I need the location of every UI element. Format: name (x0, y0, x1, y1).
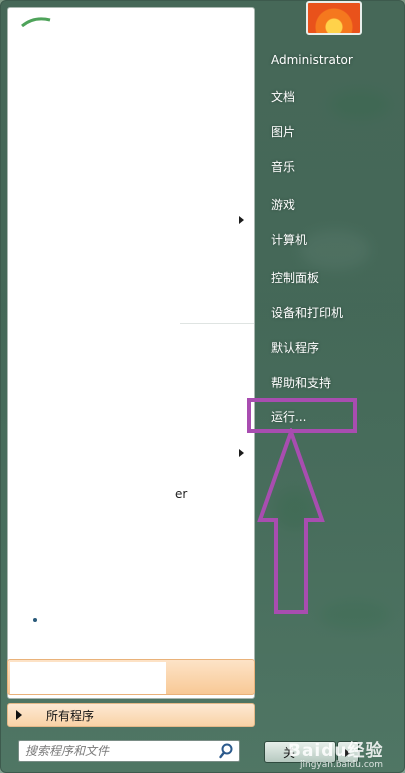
menu-item-music[interactable]: 音乐 (271, 158, 295, 175)
menu-item-help-support[interactable]: 帮助和支持 (271, 374, 331, 391)
annotation-up-arrow-icon (257, 428, 325, 614)
watermark-url: jingyan.baidu.com (300, 760, 384, 770)
program-item-content (10, 662, 166, 694)
user-avatar[interactable] (306, 1, 362, 35)
search-icon[interactable] (218, 742, 236, 760)
watermark-brand: Baidu经验 (288, 741, 384, 761)
program-logo-icon (21, 17, 51, 28)
start-menu: er 所有程序 Administrator 文档 图片 音乐 游戏 计算机 控制… (0, 0, 405, 773)
menu-item-default-programs[interactable]: 默认程序 (271, 339, 319, 356)
program-label-fragment: er (175, 487, 188, 501)
submenu-arrow-icon[interactable] (239, 216, 244, 224)
menu-item-games[interactable]: 游戏 (271, 196, 295, 213)
user-name-link[interactable]: Administrator (271, 53, 353, 67)
expand-arrow-icon (16, 710, 22, 720)
search-input[interactable] (25, 742, 218, 760)
menu-item-computer[interactable]: 计算机 (271, 231, 307, 248)
submenu-arrow-icon[interactable] (239, 449, 244, 457)
search-box[interactable] (18, 740, 240, 762)
programs-pane: er (7, 7, 255, 699)
program-icon (33, 618, 37, 622)
menu-item-control-panel[interactable]: 控制面板 (271, 269, 319, 286)
highlighted-program-item[interactable] (7, 659, 255, 695)
separator (180, 323, 254, 324)
menu-item-pictures[interactable]: 图片 (271, 123, 295, 140)
menu-item-documents[interactable]: 文档 (271, 88, 295, 105)
all-programs-button[interactable]: 所有程序 (7, 703, 255, 727)
all-programs-label: 所有程序 (46, 708, 95, 723)
menu-item-devices-printers[interactable]: 设备和打印机 (271, 304, 343, 321)
